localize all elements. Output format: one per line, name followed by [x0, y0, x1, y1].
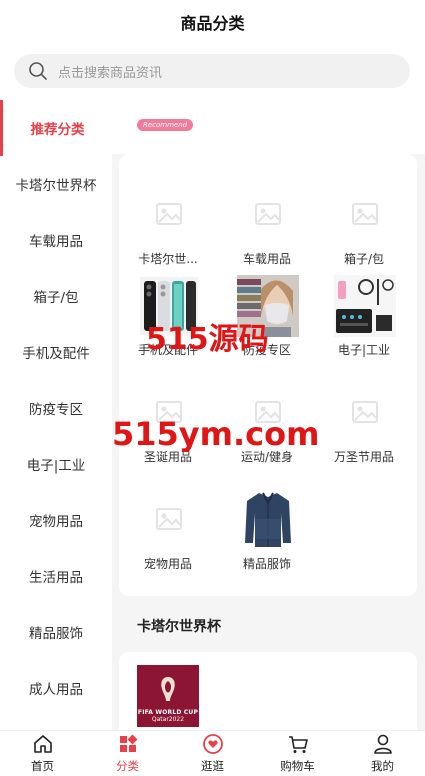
fifa-subtitle: Qatar2022: [151, 716, 185, 723]
grid-item-halloween[interactable]: 万圣节用品: [316, 382, 412, 482]
image-placeholder-icon: [237, 184, 299, 246]
sidebar-item-label: 推荐分类: [30, 122, 85, 138]
tab-label: 分类: [116, 759, 139, 773]
sidebar-item-label: 手机及配件: [22, 346, 90, 362]
tab-label: 首页: [31, 759, 54, 773]
grid-item-label: 精品服饰: [242, 557, 291, 571]
tab-browse[interactable]: 逛逛: [170, 731, 255, 776]
sidebar-item-epidemic[interactable]: 防疫专区: [0, 380, 112, 436]
recommend-banner: Recommend: [112, 98, 425, 154]
sidebar-item-label: 生活用品: [29, 570, 83, 586]
sidebar-item-label: 卡塔尔世界杯: [15, 178, 97, 194]
top-bar: 商品分类: [0, 0, 425, 44]
bottom-tab-bar: 首页 分类 逛逛 购物车 我的: [0, 730, 425, 776]
grid-item-label: 箱子/包: [343, 252, 385, 266]
image-placeholder-icon: [334, 184, 396, 246]
page-title: 商品分类: [180, 14, 245, 33]
sidebar-item-bags[interactable]: 箱子/包: [0, 268, 112, 324]
heart-bubble-icon: [202, 734, 223, 754]
fifa-world-cup-thumbnail[interactable]: FIFA WORLD CUP Qatar2022: [137, 665, 199, 727]
grid-item-label: 电子|工业: [337, 343, 391, 357]
sidebar-item-electronics[interactable]: 电子|工业: [0, 436, 112, 492]
sidebar-item-phones[interactable]: 手机及配件: [0, 324, 112, 380]
grid-item-label: 车载用品: [242, 252, 291, 266]
category-sidebar: 推荐分类 卡塔尔世界杯 车载用品 箱子/包 手机及配件 防疫专区 电子|工业 宠…: [0, 98, 112, 730]
tab-label: 逛逛: [201, 759, 224, 773]
search-input[interactable]: 点击搜索商品资讯: [14, 54, 410, 88]
search-placeholder: 点击搜索商品资讯: [58, 65, 163, 81]
image-placeholder-icon: [138, 489, 200, 551]
grid-item-electronics[interactable]: 电子|工业: [316, 275, 412, 375]
tab-label: 购物车: [280, 759, 315, 773]
watermark-url: 515ym.com: [112, 415, 320, 453]
section-grid: FIFA WORLD CUP Qatar2022: [119, 652, 417, 730]
search-icon: [29, 62, 47, 80]
sidebar-item-car-supplies[interactable]: 车载用品: [0, 212, 112, 268]
grid-item-car[interactable]: 车载用品: [219, 184, 315, 284]
tab-category[interactable]: 分类: [85, 731, 170, 776]
recommend-badge: Recommend: [137, 119, 194, 131]
category-grid: 卡塔尔世... 车载用品 箱子/包 手机及配件 防疫专区 电子|工业 圣诞用品 …: [119, 154, 417, 596]
sidebar-item-label: 电子|工业: [26, 458, 86, 474]
fifa-title: FIFA WORLD CUP: [137, 709, 199, 716]
grid-item-qatar[interactable]: 卡塔尔世...: [120, 184, 216, 284]
cart-icon: [288, 736, 308, 753]
grid-item-pets[interactable]: 宠物用品: [120, 489, 216, 589]
sidebar-item-adult[interactable]: 成人用品: [0, 660, 112, 716]
sidebar-item-pets[interactable]: 宠物用品: [0, 492, 112, 548]
category-content: Recommend 卡塔尔世... 车载用品 箱子/包 手机及配件 防疫专区 电…: [112, 98, 425, 730]
grid-item-bags[interactable]: 箱子/包: [316, 184, 412, 284]
trophy-icon: [161, 677, 175, 701]
user-icon: [373, 734, 392, 754]
sidebar-item-label: 车载用品: [29, 234, 83, 250]
tab-profile[interactable]: 我的: [340, 731, 425, 776]
grid-item-apparel[interactable]: 精品服饰: [219, 489, 315, 589]
image-placeholder-icon: [138, 184, 200, 246]
sidebar-item-qatar-world-cup[interactable]: 卡塔尔世界杯: [0, 156, 112, 212]
sidebar-item-label: 成人用品: [29, 682, 83, 698]
category-icon: [119, 734, 137, 752]
home-icon: [33, 735, 52, 753]
sidebar-item-recommend[interactable]: 推荐分类: [0, 100, 112, 156]
watermark-text: 515源码: [146, 322, 269, 357]
sidebar-item-label: 宠物用品: [29, 514, 83, 530]
electronics-photo: [334, 275, 396, 337]
sidebar-item-living[interactable]: 生活用品: [0, 548, 112, 604]
sidebar-item-apparel[interactable]: 精品服饰: [0, 604, 112, 660]
grid-item-label: 卡塔尔世...: [138, 252, 198, 266]
search-bar-container: 点击搜索商品资讯: [0, 44, 425, 98]
sidebar-item-label: 箱子/包: [33, 290, 79, 306]
sidebar-item-label: 防疫专区: [29, 402, 83, 418]
sidebar-item-label: 精品服饰: [29, 626, 83, 642]
tab-cart[interactable]: 购物车: [255, 731, 340, 776]
tab-home[interactable]: 首页: [0, 731, 85, 776]
image-placeholder-icon: [334, 382, 396, 444]
section-title: 卡塔尔世界杯: [137, 619, 221, 635]
grid-item-label: 万圣节用品: [333, 450, 394, 464]
shirt-photo: [237, 489, 299, 551]
tab-label: 我的: [371, 759, 394, 773]
grid-item-label: 宠物用品: [143, 557, 192, 571]
